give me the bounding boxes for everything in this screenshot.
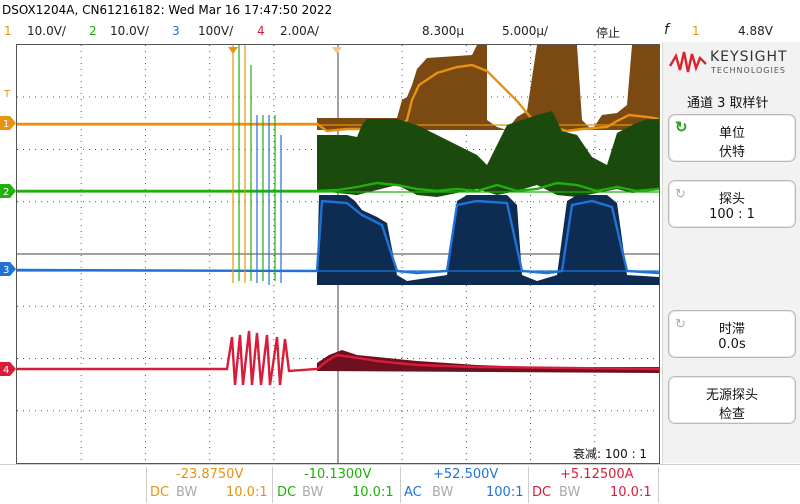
ch2-bw-limit[interactable]: BW (302, 485, 323, 500)
ch1-bw-limit[interactable]: BW (176, 485, 197, 500)
ch2-scale[interactable]: 10.0V/ (110, 24, 149, 38)
ch1-scale[interactable]: 10.0V/ (27, 24, 66, 38)
trigger-rising-edge-icon: f (664, 22, 669, 38)
ch3-probe-ratio[interactable]: 100:1 (486, 485, 523, 500)
ch2-reading: -10.1300V (304, 467, 372, 482)
svg-text:T: T (4, 89, 11, 100)
ch2-ground-marker[interactable]: 2 (0, 184, 16, 198)
ch3-waveform (17, 195, 659, 285)
time-delay[interactable]: 8.300µ (422, 24, 464, 38)
ch4-bw-limit[interactable]: BW (559, 485, 580, 500)
softkey-passive-probe-value: 检查 (718, 407, 745, 422)
waveform-display[interactable]: 衰减: 100 : 1 (16, 44, 660, 464)
ch1-reading: -23.8750V (176, 467, 244, 482)
ch4-ground-marker[interactable]: 4 (0, 362, 16, 376)
run-state[interactable]: 停止 (596, 24, 620, 41)
softkey-skew[interactable]: ↻ 时滞 0.0s (668, 310, 796, 358)
brand-subtitle: TECHNOLOGIES (711, 66, 786, 75)
time-scale[interactable]: 5.000µ/ (502, 24, 548, 38)
svg-text:2: 2 (3, 187, 9, 198)
softkey-units-value: 伏特 (718, 145, 745, 160)
softkey-units[interactable]: ↻ 单位 伏特 (668, 114, 796, 162)
keysight-logo-icon (668, 48, 708, 76)
softkey-skew-label: 时滞 (718, 322, 745, 337)
ch1-ground-marker[interactable]: 1 (0, 116, 16, 130)
ch4-probe-ratio[interactable]: 10.0:1 (610, 485, 652, 500)
ch3-reading: +52.500V (433, 467, 499, 482)
ch4-number[interactable]: 4 (257, 24, 265, 38)
softkey-probe[interactable]: ↻ 探头 100 : 1 (668, 180, 796, 228)
softkey-probe-value: 100 : 1 (709, 207, 755, 222)
ch3-scale[interactable]: 100V/ (198, 24, 233, 38)
softkey-units-label: 单位 (718, 126, 745, 141)
trigger-time-marker[interactable] (228, 42, 238, 54)
trigger-source[interactable]: 1 (692, 24, 700, 38)
softkey-skew-value: 0.0s (718, 337, 746, 352)
softkey-passive-probe-label: 无源探头 (705, 388, 758, 403)
ch2-probe-ratio[interactable]: 10.0:1 (352, 485, 394, 500)
ch3-ground-marker[interactable]: 3 (0, 262, 16, 276)
ch2-number[interactable]: 2 (89, 24, 97, 38)
ch4-reading: +5.12500A (560, 467, 634, 482)
ch3-bw-limit[interactable]: BW (432, 485, 453, 500)
softkey-passive-probe[interactable]: 无源探头 检查 (668, 376, 796, 424)
ch3-coupling[interactable]: AC (404, 485, 422, 500)
window-title: DSOX1204A, CN61216182: Wed Mar 16 17:47:… (2, 3, 333, 17)
ch4-coupling[interactable]: DC (532, 485, 551, 500)
trigger-level-marker[interactable]: T (3, 86, 12, 100)
ch2-coupling[interactable]: DC (277, 485, 296, 500)
trigger-level[interactable]: 4.88V (738, 24, 773, 38)
softkey-probe-label: 探头 (718, 192, 745, 207)
menu-title: 通道 3 取样针 (687, 96, 769, 111)
ch3-number[interactable]: 3 (172, 24, 180, 38)
ch1-number[interactable]: 1 (4, 24, 12, 38)
ch4-scale[interactable]: 2.00A/ (280, 24, 319, 38)
svg-text:3: 3 (3, 265, 9, 276)
delay-reference-marker[interactable] (332, 42, 342, 54)
svg-text:1: 1 (3, 119, 9, 130)
ch1-coupling[interactable]: DC (150, 485, 169, 500)
attenuation-readout: 衰减: 100 : 1 (573, 447, 648, 461)
brand-name: KEYSIGHT (710, 49, 788, 65)
ch1-probe-ratio[interactable]: 10.0:1 (226, 485, 268, 500)
channel-status-bar: -23.8750V DC BW 10.0:1 -10.1300V DC BW 1… (0, 464, 800, 504)
svg-text:4: 4 (3, 365, 9, 376)
